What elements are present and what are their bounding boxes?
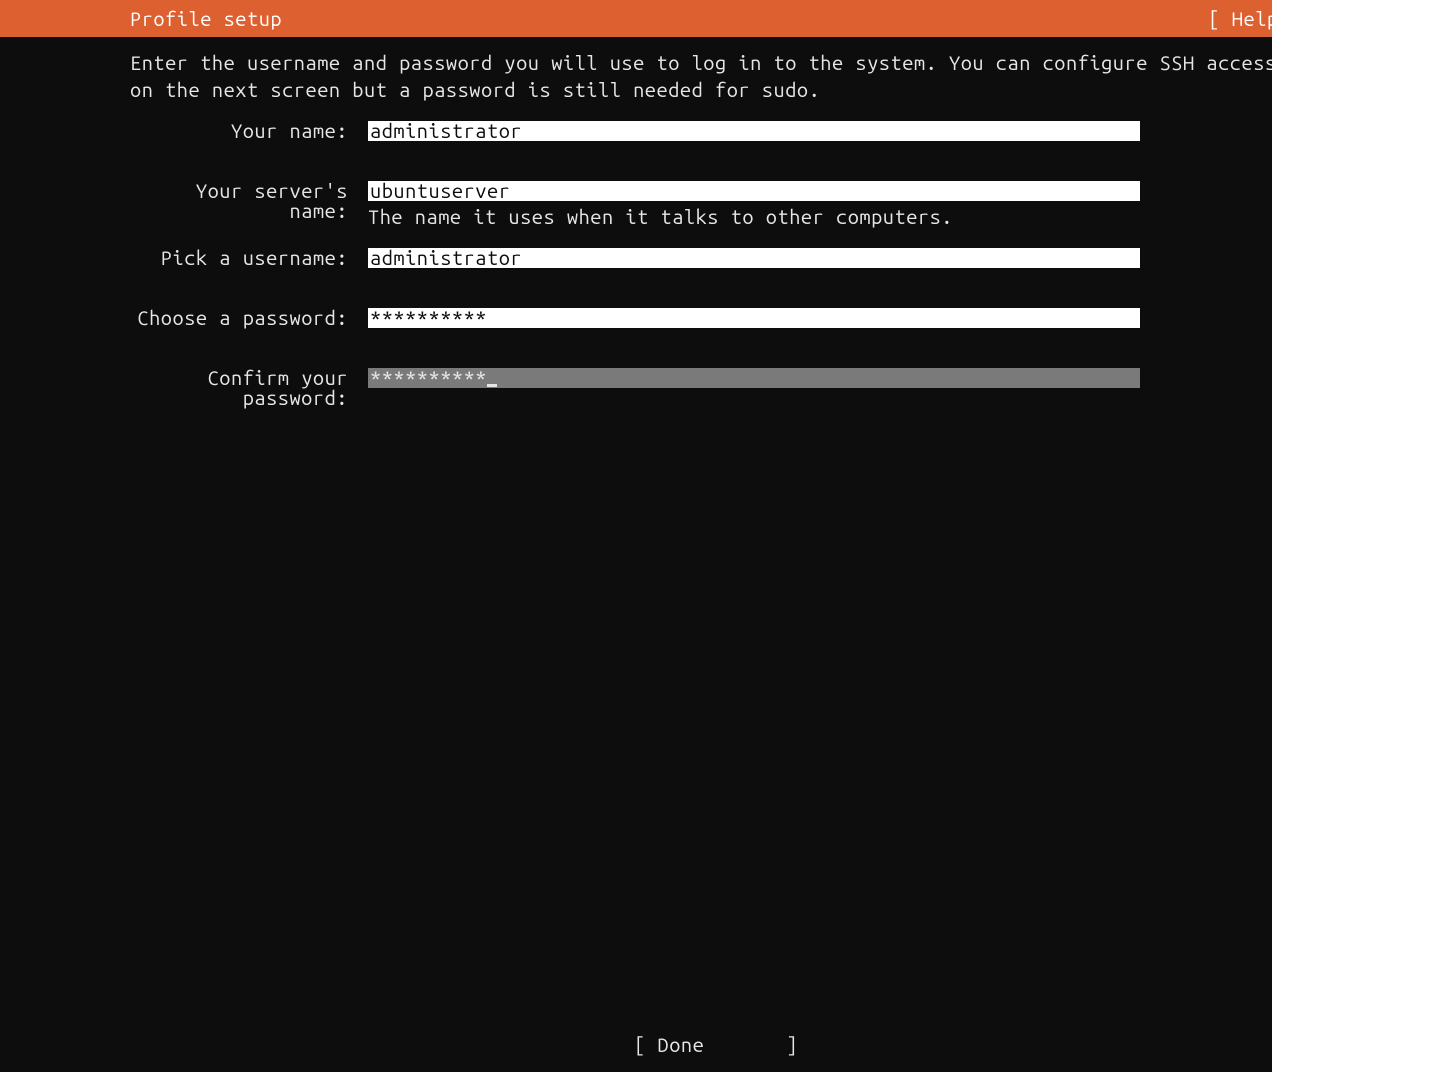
server-name-hint: The name it uses when it talks to other … bbox=[368, 203, 1140, 230]
row-server-name: Your server's name: ubuntuserver The nam… bbox=[130, 181, 1302, 230]
content-area: Enter the username and password you will… bbox=[0, 37, 1432, 408]
server-name-input[interactable]: ubuntuserver bbox=[368, 181, 1140, 201]
row-confirm-password: Confirm your password: ********** bbox=[130, 368, 1302, 408]
row-username: Pick a username: administrator bbox=[130, 248, 1302, 268]
label-confirm-password: Confirm your password: bbox=[130, 368, 368, 408]
page-title: Profile setup bbox=[130, 7, 282, 30]
text-cursor bbox=[487, 384, 497, 387]
confirm-password-input[interactable]: ********** bbox=[368, 368, 1140, 388]
row-password: Choose a password: ********** bbox=[130, 308, 1302, 328]
username-input[interactable]: administrator bbox=[368, 248, 1140, 268]
label-username: Pick a username: bbox=[130, 248, 368, 268]
footer: [ Done ] bbox=[0, 1033, 1432, 1056]
label-password: Choose a password: bbox=[130, 308, 368, 328]
done-button[interactable]: [ Done ] bbox=[634, 1033, 798, 1056]
label-your-name: Your name: bbox=[130, 121, 368, 141]
password-input[interactable]: ********** bbox=[368, 308, 1140, 328]
row-your-name: Your name: administrator bbox=[130, 121, 1302, 141]
header-bar: Profile setup [ Help ] bbox=[0, 0, 1432, 37]
label-server-name: Your server's name: bbox=[130, 181, 368, 221]
intro-text: Enter the username and password you will… bbox=[130, 49, 1302, 103]
right-edge-strip bbox=[1272, 0, 1432, 1072]
name-input[interactable]: administrator bbox=[368, 121, 1140, 141]
confirm-password-value: ********** bbox=[370, 366, 487, 389]
